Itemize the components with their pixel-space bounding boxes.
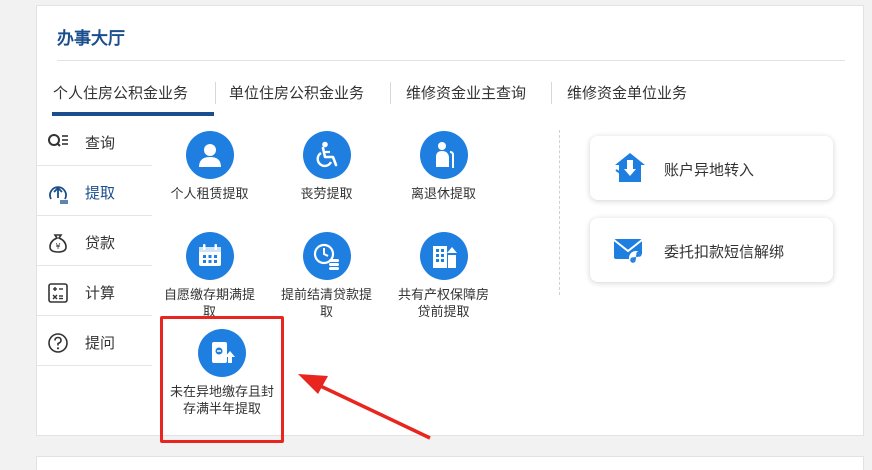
panel-title: 办事大厅 (57, 29, 125, 49)
transfer-in-icon (615, 153, 645, 182)
search-list-icon (48, 134, 68, 147)
sidebar-item-query[interactable]: 查询 (37, 119, 152, 166)
calendar-icon (198, 244, 221, 266)
title-divider (57, 60, 845, 61)
service-shared-property-withdraw[interactable]: 共有产权保障房贷前提取 (386, 232, 501, 321)
sidebar-item-withdraw[interactable]: 提取 (37, 169, 152, 216)
person-icon (198, 144, 221, 167)
section-divider (559, 130, 560, 295)
tab-personal-fund[interactable]: 个人住房公积金业务 (52, 76, 214, 116)
service-label: 提前结清贷款提取 (281, 288, 373, 320)
card-sms-unbind[interactable]: 委托扣款短信解绑 (590, 218, 833, 282)
service-voluntary-deposit-withdraw[interactable]: 自愿缴存期满提取 (152, 232, 267, 321)
sidebar-item-label: 贷款 (85, 234, 116, 252)
tab-unit-fund[interactable]: 单位住房公积金业务 (229, 76, 364, 116)
next-panel (36, 456, 864, 470)
card-label: 委托扣款短信解绑 (664, 243, 785, 261)
business-tabs: 个人住房公积金业务 单位住房公积金业务 维修资金业主查询 维修资金单位业务 (37, 76, 863, 118)
sidebar-item-loan[interactable]: ¥ 贷款 (37, 219, 152, 266)
sidebar-item-label: 提取 (85, 184, 116, 202)
annotation-arrow-icon (298, 374, 431, 440)
tab-maintenance-owner-query[interactable]: 维修资金业主查询 (406, 76, 526, 116)
sidebar-item-label: 计算 (85, 284, 116, 302)
tab-maintenance-unit[interactable]: 维修资金单位业务 (567, 76, 687, 116)
service-retirement-withdraw[interactable]: 离退休提取 (386, 131, 501, 203)
tab-separator (215, 82, 216, 104)
service-personal-rent-withdraw[interactable]: 个人租赁提取 (152, 131, 267, 203)
service-label: 丧劳提取 (300, 187, 353, 202)
service-label: 个人租赁提取 (170, 187, 249, 202)
building-icon (432, 246, 457, 268)
service-early-loan-payoff-withdraw[interactable]: 提前结清贷款提取 (269, 232, 384, 321)
card-label: 账户异地转入 (664, 161, 755, 179)
envelope-unlink-icon (613, 239, 643, 265)
sidebar-item-ask[interactable]: 提问 (37, 319, 152, 366)
svg-text:¥: ¥ (55, 242, 60, 251)
tab-separator (551, 82, 552, 104)
service-label: 共有产权保障房贷前提取 (397, 288, 489, 320)
service-disability-withdraw[interactable]: 丧劳提取 (269, 131, 384, 203)
elder-icon (435, 142, 454, 168)
calculator-icon (48, 283, 68, 303)
money-bag-icon: ¥ (49, 234, 67, 253)
clock-coins-icon (313, 243, 339, 270)
wheelchair-icon (316, 141, 337, 168)
withdraw-icon (49, 186, 68, 204)
question-icon (48, 333, 68, 353)
sidebar-item-label: 查询 (85, 134, 116, 152)
sidebar-item-calculate[interactable]: 计算 (37, 269, 152, 316)
tab-separator (390, 82, 391, 104)
highlight-box (160, 316, 284, 443)
card-account-transfer-in[interactable]: 账户异地转入 (590, 136, 833, 200)
sidebar-item-label: 提问 (85, 334, 116, 352)
service-label: 离退休提取 (410, 187, 476, 202)
